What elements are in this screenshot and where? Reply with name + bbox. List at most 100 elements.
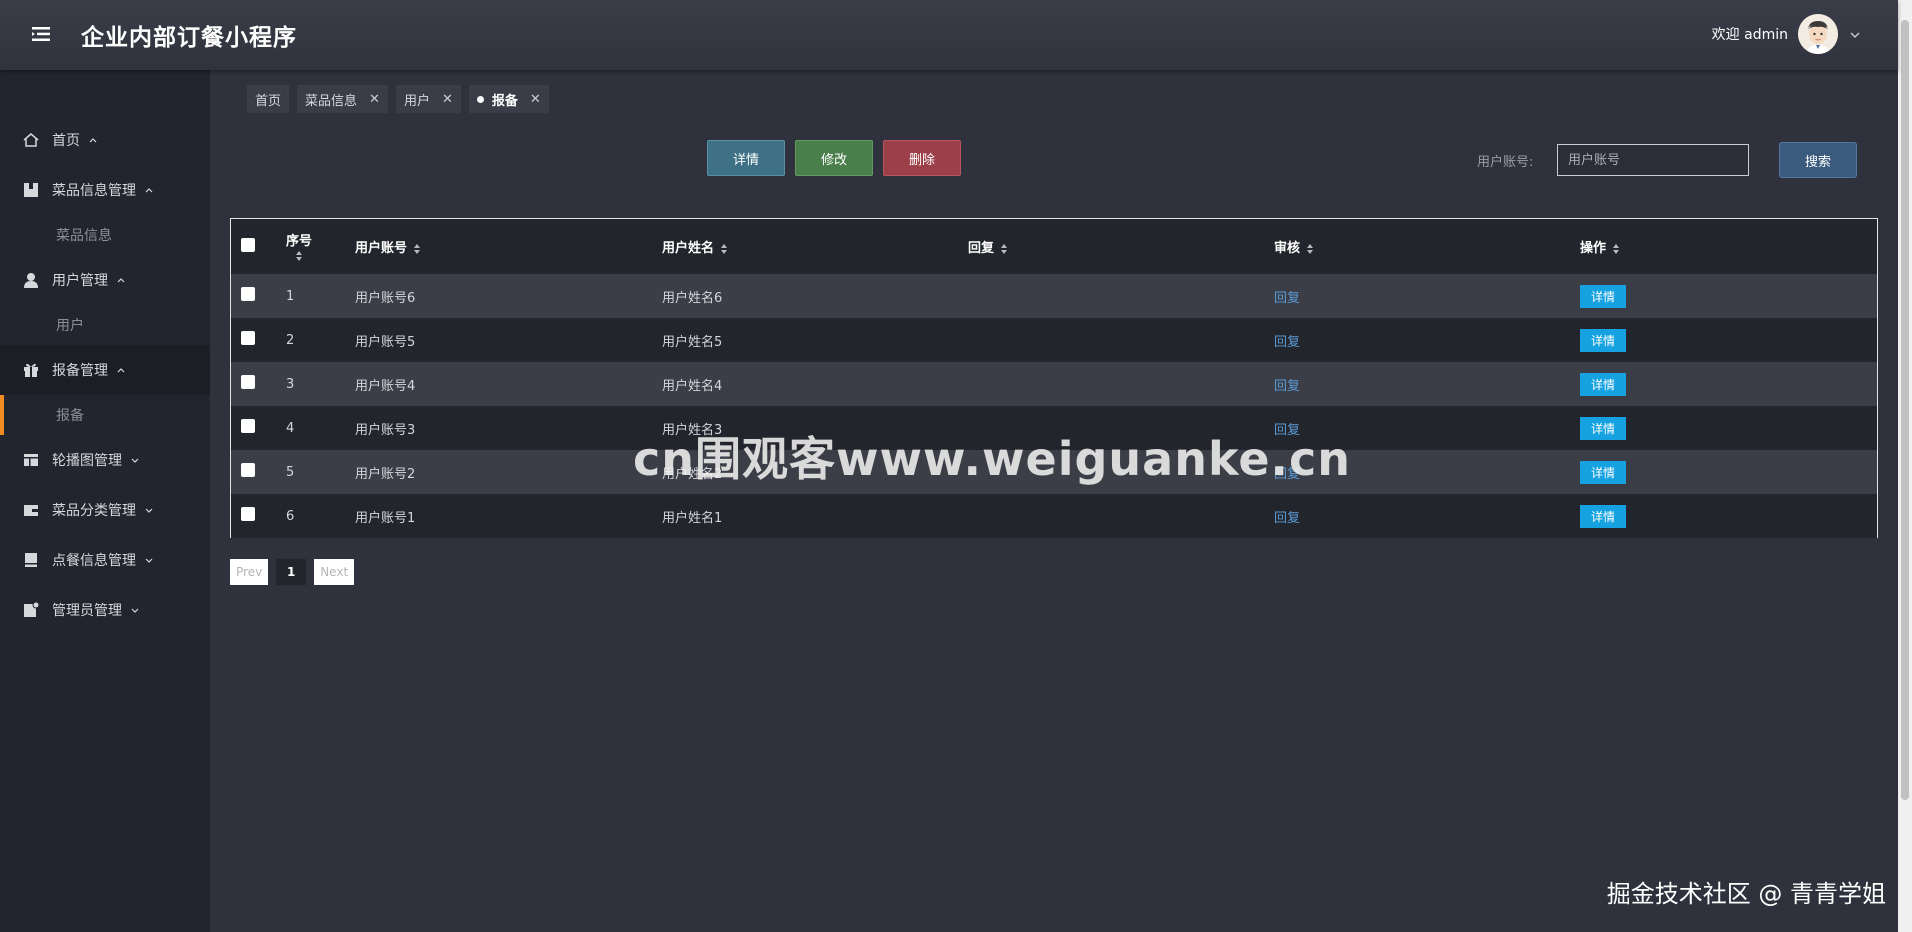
column-header-action[interactable]: 操作 <box>1580 219 1877 274</box>
sidebar-item-label: 管理员管理 <box>52 603 122 619</box>
tab-label: 首页 <box>255 93 282 109</box>
cell-name: 用户姓名5 <box>662 334 723 350</box>
table-row[interactable]: 3 用户账号4 用户姓名4 回复 详情 <box>231 362 1877 406</box>
row-checkbox[interactable] <box>241 287 255 301</box>
row-checkbox[interactable] <box>241 331 255 345</box>
row-detail-button[interactable]: 详情 <box>1580 416 1627 440</box>
active-dot-icon <box>476 95 484 103</box>
home-icon <box>22 131 40 149</box>
user-menu[interactable]: 欢迎 admin <box>1712 12 1862 56</box>
sidebar-item-label: 菜品信息管理 <box>52 183 136 199</box>
sidebar-item-dish-category[interactable]: 菜品分类管理 <box>0 485 210 535</box>
sidebar-subitem-user[interactable]: 用户 <box>0 305 210 345</box>
sort-icon[interactable] <box>1000 243 1008 255</box>
row-checkbox[interactable] <box>241 419 255 433</box>
sidebar-item-dish-info[interactable]: 菜品信息管理 <box>0 165 210 215</box>
cell-name: 用户姓名6 <box>662 290 723 306</box>
main-content: 首页 菜品信息 ✕ 用户 ✕ 报备 ✕ 详情 修改 删除 用户账号: 搜索 <box>210 70 1898 932</box>
chevron-down-icon <box>144 555 154 565</box>
table-row[interactable]: 6 用户账号1 用户姓名1 回复 详情 <box>231 494 1877 538</box>
close-icon[interactable]: ✕ <box>369 92 380 107</box>
book-icon <box>22 551 40 569</box>
delete-button[interactable]: 删除 <box>883 140 961 176</box>
vertical-scrollbar[interactable] <box>1898 0 1912 932</box>
cell-name: 用户姓名4 <box>662 378 723 394</box>
tab-label: 用户 <box>403 93 430 109</box>
search-input[interactable] <box>1557 144 1749 176</box>
sidebar-item-user[interactable]: 用户管理 <box>0 255 210 305</box>
sidebar-item-admin[interactable]: 管理员管理 <box>0 585 210 635</box>
tab-home[interactable]: 首页 <box>247 85 290 113</box>
current-page[interactable]: 1 <box>276 559 307 585</box>
cell-index: 5 <box>286 464 295 480</box>
review-reply-link[interactable]: 回复 <box>1274 291 1300 306</box>
sidebar-subitem-report[interactable]: 报备 <box>0 395 210 435</box>
cell-index: 4 <box>286 420 295 436</box>
cell-account: 用户账号5 <box>355 334 416 350</box>
scrollbar-thumb[interactable] <box>1901 20 1909 800</box>
prev-page-button[interactable]: Prev <box>230 559 269 585</box>
row-detail-button[interactable]: 详情 <box>1580 328 1627 352</box>
row-checkbox[interactable] <box>241 507 255 521</box>
column-header-review[interactable]: 审核 <box>1274 219 1580 274</box>
sort-icon[interactable] <box>1612 243 1620 255</box>
row-checkbox[interactable] <box>241 463 255 477</box>
row-detail-button[interactable]: 详情 <box>1580 372 1627 396</box>
sort-icon[interactable] <box>720 243 728 255</box>
sidebar-item-home[interactable]: 首页 <box>0 115 210 165</box>
sidebar-item-order-info[interactable]: 点餐信息管理 <box>0 535 210 585</box>
column-header-index[interactable]: 序号 <box>286 219 355 274</box>
chevron-up-icon <box>144 185 154 195</box>
review-reply-link[interactable]: 回复 <box>1274 511 1300 526</box>
close-icon[interactable]: ✕ <box>442 92 453 107</box>
column-header-label: 回复 <box>968 241 995 256</box>
sidebar-item-report[interactable]: 报备管理 <box>0 345 210 395</box>
table-row[interactable]: 1 用户账号6 用户姓名6 回复 详情 <box>231 274 1877 318</box>
column-header-label: 审核 <box>1274 241 1301 256</box>
sort-icon[interactable] <box>1306 243 1314 255</box>
row-checkbox[interactable] <box>241 375 255 389</box>
avatar[interactable] <box>1798 14 1838 54</box>
next-page-button[interactable]: Next <box>314 559 355 585</box>
sidebar-item-carousel[interactable]: 轮播图管理 <box>0 435 210 485</box>
sidebar-item-label: 用户管理 <box>52 273 108 289</box>
tab-user[interactable]: 用户 ✕ <box>395 85 461 113</box>
chevron-down-icon[interactable] <box>1848 27 1862 41</box>
sidebar-item-label: 点餐信息管理 <box>52 553 136 569</box>
tab-dish-info[interactable]: 菜品信息 ✕ <box>297 85 388 113</box>
column-header-account[interactable]: 用户账号 <box>355 219 662 274</box>
data-table: 序号 用户账号 用户姓名 回复 审核 操作 1 用户账号6 用户姓名6 回复 详… <box>230 218 1878 538</box>
chevron-down-icon <box>144 505 154 515</box>
review-reply-link[interactable]: 回复 <box>1274 335 1300 350</box>
tab-report[interactable]: 报备 ✕ <box>468 85 549 113</box>
cell-index: 3 <box>286 376 295 392</box>
row-detail-button[interactable]: 详情 <box>1580 460 1627 484</box>
sort-icon[interactable] <box>413 243 421 255</box>
welcome-text: 欢迎 admin <box>1711 27 1788 43</box>
close-icon[interactable]: ✕ <box>530 92 541 107</box>
sidebar-item-label: 轮播图管理 <box>52 453 122 469</box>
row-detail-button[interactable]: 详情 <box>1580 504 1627 528</box>
column-header-name[interactable]: 用户姓名 <box>662 219 968 274</box>
sidebar: 首页 菜品信息管理 菜品信息 用户管理 用户 报备管理 报备 轮播图管理 菜品分… <box>0 70 210 932</box>
chevron-up-icon <box>116 275 126 285</box>
detail-button[interactable]: 详情 <box>707 140 785 176</box>
watermark-corner: 掘金技术社区 @ 青青学姐 <box>1606 880 1886 908</box>
search-button[interactable]: 搜索 <box>1779 142 1857 178</box>
cell-name: 用户姓名1 <box>662 510 723 526</box>
review-reply-link[interactable]: 回复 <box>1274 379 1300 394</box>
edit-button[interactable]: 修改 <box>795 140 873 176</box>
app-title: 企业内部订餐小程序 <box>81 25 297 51</box>
wallet-icon <box>22 501 40 519</box>
sort-icon[interactable] <box>295 250 303 262</box>
row-detail-button[interactable]: 详情 <box>1580 284 1627 308</box>
sidebar-subitem-dish-info[interactable]: 菜品信息 <box>0 215 210 255</box>
user-icon <box>22 271 40 289</box>
tab-bar: 首页 菜品信息 ✕ 用户 ✕ 报备 ✕ <box>247 85 549 113</box>
table-row[interactable]: 2 用户账号5 用户姓名5 回复 详情 <box>231 318 1877 362</box>
select-all-checkbox[interactable] <box>241 237 255 252</box>
cell-account: 用户账号1 <box>355 510 416 526</box>
column-header-reply[interactable]: 回复 <box>968 219 1274 274</box>
search-label: 用户账号: <box>1477 155 1534 170</box>
menu-toggle-icon[interactable] <box>30 24 52 44</box>
